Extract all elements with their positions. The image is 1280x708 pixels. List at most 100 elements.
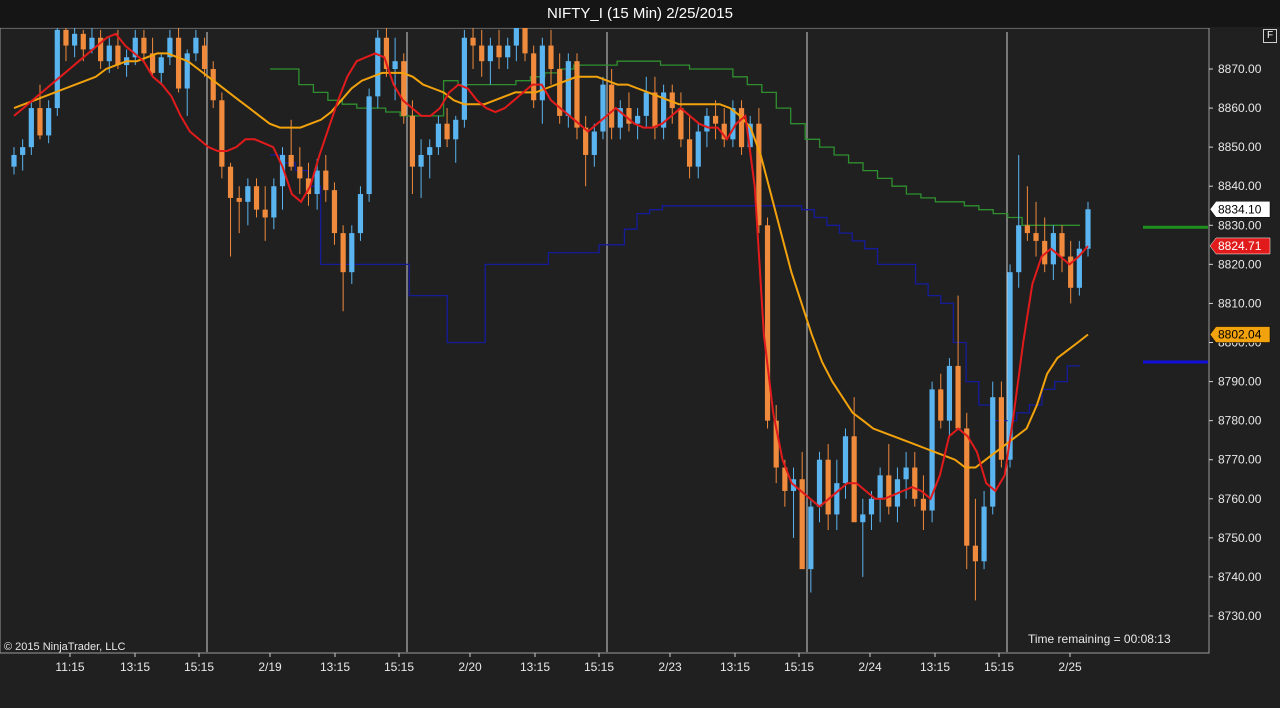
candle-body: [288, 154, 294, 167]
candle-body: [46, 108, 52, 136]
candle-body: [496, 45, 502, 58]
candle-body: [964, 428, 970, 546]
price-chart[interactable]: 8730.00 8740.00 8750.00 8760.00 8770.00 8780.…: [0, 28, 1280, 708]
candle-body: [842, 436, 849, 484]
candle-body: [479, 45, 485, 62]
candle-body: [851, 436, 857, 523]
candle: [219, 92, 225, 179]
price-tag-label: 8824.71: [1218, 239, 1262, 253]
candle-body: [1059, 233, 1065, 257]
price-tag-fast_ma: 8824.71: [1209, 237, 1271, 255]
candle: [738, 100, 745, 155]
y-tick-label: 8860.00: [1218, 101, 1262, 115]
y-tick-label: 8810.00: [1218, 296, 1262, 310]
x-tick-label: 15:15: [584, 660, 614, 674]
candle-body: [227, 166, 234, 198]
x-tick-label: 15:15: [384, 660, 414, 674]
candle-body: [262, 209, 268, 218]
candle: [600, 76, 606, 140]
candle: [366, 88, 372, 202]
candle-body: [487, 45, 493, 62]
x-tick-label: 13:15: [720, 660, 750, 674]
candle-body: [678, 108, 684, 140]
candle-body: [427, 147, 433, 155]
candle-body: [938, 389, 944, 421]
y-tick-label: 8780.00: [1218, 414, 1262, 428]
candle: [1076, 240, 1082, 296]
candle-body: [11, 154, 17, 167]
candle-body: [652, 92, 658, 128]
candle-body: [20, 147, 26, 155]
candle-body: [340, 233, 346, 273]
candle-body: [80, 33, 86, 50]
candle-body: [314, 170, 320, 195]
candle-body: [738, 108, 745, 148]
candle-body: [392, 61, 398, 69]
candle-body: [1085, 209, 1091, 249]
x-tick-label: 13:15: [520, 660, 550, 674]
candle-body: [1016, 225, 1022, 273]
chart-f-button[interactable]: F: [1263, 29, 1277, 43]
candle: [461, 29, 467, 128]
x-tick-label: 13:15: [920, 660, 950, 674]
candle-body: [141, 37, 147, 54]
candle-body: [513, 28, 519, 46]
candle-body: [920, 498, 927, 511]
candle-body: [505, 45, 511, 58]
x-tick-label: 2/20: [458, 660, 482, 674]
candle-body: [72, 33, 78, 46]
x-tick-label: 2/23: [658, 660, 682, 674]
candle-body: [600, 84, 606, 132]
candle-body: [435, 123, 442, 148]
candle: [401, 53, 407, 124]
x-tick-label: 15:15: [784, 660, 814, 674]
candle-body: [401, 61, 407, 116]
candle-body: [418, 154, 424, 167]
candle-body: [609, 84, 615, 128]
candle: [574, 53, 580, 140]
chart-window: NIFTY_I (15 Min) 2/25/2015 8730.00 8740.0…: [0, 0, 1280, 708]
candle-body: [877, 475, 883, 499]
candle-body: [201, 45, 208, 69]
y-tick-label: 8730.00: [1218, 609, 1262, 623]
candle-body: [704, 115, 710, 132]
candle-body: [28, 108, 34, 148]
y-tick-label: 8770.00: [1218, 453, 1262, 467]
window-title: NIFTY_I (15 Min) 2/25/2015: [0, 0, 1280, 27]
price-tag-label: 8802.04: [1218, 328, 1262, 342]
x-tick-label: 13:15: [120, 660, 150, 674]
x-tick-label: 2/24: [858, 660, 882, 674]
candle: [764, 217, 771, 429]
time-axis[interactable]: 11:15 13:15 15:15 2/19 13:15 15:15 2/20 13:15 15…: [55, 653, 1082, 674]
candle-body: [981, 506, 987, 562]
candle-body: [912, 467, 918, 499]
x-tick-label: 11:15: [55, 660, 84, 674]
y-tick-label: 8850.00: [1218, 140, 1262, 154]
price-tag-slow_ma: 8802.04: [1209, 326, 1271, 343]
candle-body: [297, 166, 303, 179]
candle-body: [409, 115, 416, 167]
candle-body: [470, 37, 476, 46]
candle-body: [193, 37, 199, 54]
candle: [357, 186, 364, 241]
y-tick-label: 8870.00: [1218, 62, 1262, 76]
candle-body: [184, 53, 190, 89]
candle-body: [946, 365, 953, 421]
candle-body: [643, 92, 649, 116]
time-remaining-label: Time remaining = 00:08:13: [1028, 632, 1171, 646]
candle-body: [1024, 225, 1030, 234]
candle-body: [816, 459, 823, 507]
y-tick-label: 8830.00: [1218, 218, 1262, 232]
candle-body: [860, 514, 866, 523]
candle-body: [219, 100, 225, 167]
candle-body: [635, 115, 641, 124]
y-tick-label: 8820.00: [1218, 257, 1262, 271]
candle-body: [253, 186, 260, 210]
candle-body: [955, 365, 961, 429]
x-tick-label: 2/19: [258, 660, 282, 674]
candle-body: [453, 119, 459, 140]
candle-body: [323, 170, 329, 191]
candle-body: [236, 197, 242, 202]
candle-body: [210, 69, 216, 101]
candle: [375, 29, 381, 109]
